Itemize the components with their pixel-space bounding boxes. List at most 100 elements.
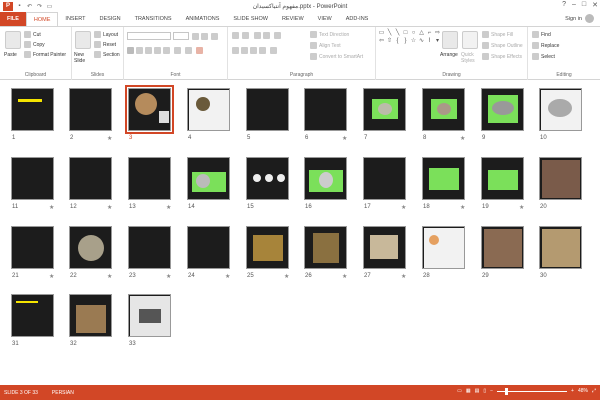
italic-icon[interactable]: [136, 47, 143, 54]
undo-icon[interactable]: ↶: [26, 3, 33, 10]
align-right-icon[interactable]: [250, 47, 257, 54]
transition-star-icon[interactable]: ★: [460, 135, 465, 142]
curve-shape-icon[interactable]: ∿: [418, 38, 425, 45]
transition-star-icon[interactable]: ★: [342, 273, 347, 280]
bullets-icon[interactable]: [232, 32, 239, 39]
arrow-shape-icon[interactable]: ⇨: [434, 30, 441, 37]
zoom-in-icon[interactable]: +: [571, 388, 574, 394]
strikethrough-icon[interactable]: [163, 47, 170, 54]
transition-star-icon[interactable]: ★: [284, 273, 289, 280]
save-icon[interactable]: ▪: [16, 3, 23, 10]
help-button[interactable]: ?: [562, 1, 566, 9]
slide-thumbnail[interactable]: [363, 157, 406, 200]
transition-star-icon[interactable]: ★: [166, 273, 171, 280]
cut-button[interactable]: Cut: [24, 31, 41, 38]
reset-button[interactable]: Reset: [94, 41, 116, 48]
slide-thumbnail[interactable]: [128, 294, 171, 337]
tab-file[interactable]: FILE: [0, 12, 26, 26]
slide-thumbnail[interactable]: [11, 226, 54, 269]
redo-icon[interactable]: ↷: [36, 3, 43, 10]
font-name-box[interactable]: [127, 32, 171, 40]
underline-icon[interactable]: [145, 47, 152, 54]
tab-add-ins[interactable]: ADD-INS: [339, 12, 376, 26]
slide-thumbnail[interactable]: [11, 88, 54, 131]
slide-thumbnail[interactable]: [128, 157, 171, 200]
slide-thumbnail[interactable]: [539, 88, 582, 131]
arrow-shape-icon[interactable]: ⇦: [378, 38, 385, 45]
format-painter-button[interactable]: Format Painter: [24, 51, 66, 58]
line-shape-icon[interactable]: ╲: [386, 30, 393, 37]
slide-thumbnail[interactable]: [187, 88, 230, 131]
transition-star-icon[interactable]: ★: [107, 273, 112, 280]
slide-thumbnail[interactable]: [539, 226, 582, 269]
fit-to-window-icon[interactable]: ⤢: [592, 388, 596, 394]
slide-thumbnail[interactable]: [128, 226, 171, 269]
transition-star-icon[interactable]: ★: [401, 273, 406, 280]
character-spacing-icon[interactable]: [174, 47, 181, 54]
slide-thumbnail[interactable]: [11, 157, 54, 200]
slide-thumbnail[interactable]: [69, 294, 112, 337]
convert-smartart-button[interactable]: Convert to SmartArt: [310, 53, 363, 60]
transition-star-icon[interactable]: ★: [519, 204, 524, 211]
new-slide-button[interactable]: New Slide: [74, 52, 94, 64]
maximize-button[interactable]: □: [582, 1, 586, 9]
shape-fill-button[interactable]: Shape Fill: [482, 31, 513, 38]
font-size-box[interactable]: [173, 32, 189, 40]
slide-thumbnail[interactable]: [125, 85, 174, 134]
minimize-button[interactable]: –: [572, 1, 576, 9]
slide-thumbnail[interactable]: [481, 157, 524, 200]
oval-shape-icon[interactable]: ○: [410, 30, 417, 37]
replace-button[interactable]: Replace: [532, 42, 559, 49]
transition-star-icon[interactable]: ★: [342, 135, 347, 142]
arrange-button[interactable]: Arrange: [440, 52, 458, 58]
transition-star-icon[interactable]: ★: [225, 273, 230, 280]
find-button[interactable]: Find: [532, 31, 551, 38]
align-center-icon[interactable]: [241, 47, 248, 54]
slide-thumbnail[interactable]: [422, 226, 465, 269]
slide-thumbnail[interactable]: [304, 157, 347, 200]
transition-star-icon[interactable]: ★: [401, 204, 406, 211]
tab-review[interactable]: REVIEW: [275, 12, 311, 26]
align-text-button[interactable]: Align Text: [310, 42, 341, 49]
increase-indent-icon[interactable]: [263, 32, 270, 39]
slide-thumbnail[interactable]: [11, 294, 54, 337]
transition-star-icon[interactable]: ★: [49, 204, 54, 211]
decrease-indent-icon[interactable]: [254, 32, 261, 39]
textbox-shape-icon[interactable]: ▭: [378, 30, 385, 37]
brace-shape-icon[interactable]: }: [402, 38, 409, 45]
paste-icon[interactable]: [5, 31, 21, 49]
zoom-out-icon[interactable]: −: [490, 388, 493, 394]
tab-insert[interactable]: INSERT: [58, 12, 92, 26]
rectangle-shape-icon[interactable]: □: [402, 30, 409, 37]
shape-effects-button[interactable]: Shape Effects: [482, 53, 522, 60]
shadow-icon[interactable]: [154, 47, 161, 54]
slide-thumbnail[interactable]: [481, 226, 524, 269]
transition-star-icon[interactable]: ★: [166, 204, 171, 211]
slide-thumbnail[interactable]: [481, 88, 524, 131]
tab-home[interactable]: HOME: [25, 12, 59, 26]
columns-icon[interactable]: [270, 47, 277, 54]
shape-outline-button[interactable]: Shape Outline: [482, 42, 523, 49]
slide-thumbnail[interactable]: [422, 88, 465, 131]
zoom-level[interactable]: 48%: [578, 388, 588, 394]
slide-thumbnail[interactable]: [187, 226, 230, 269]
quick-styles-icon[interactable]: [462, 31, 478, 49]
slide-thumbnail[interactable]: [187, 157, 230, 200]
slide-thumbnail[interactable]: [304, 88, 347, 131]
grow-font-icon[interactable]: [192, 33, 199, 40]
slide-sorter[interactable]: 1 2 ★ 3 4 5 6 ★ 7 8 ★ 9 10 11 ★ 12 ★ 13 ★ 14 15 16 17 ★ 18 ★ 19 ★ 20…: [0, 80, 600, 385]
tab-design[interactable]: DESIGN: [93, 12, 128, 26]
slide-thumbnail[interactable]: [422, 157, 465, 200]
justify-icon[interactable]: [259, 47, 266, 54]
numbering-icon[interactable]: [242, 32, 249, 39]
more-shapes-icon[interactable]: ▾: [434, 38, 441, 45]
slide-thumbnail[interactable]: [246, 226, 289, 269]
slide-thumbnail[interactable]: [69, 226, 112, 269]
quick-styles-button[interactable]: Quick Styles: [461, 52, 479, 64]
slide-thumbnail[interactable]: [363, 226, 406, 269]
slide-thumbnail[interactable]: [69, 157, 112, 200]
line-shape-icon[interactable]: ╲: [394, 30, 401, 37]
zoom-slider-thumb[interactable]: [505, 387, 509, 395]
shapes-gallery[interactable]: ▭ ╲ ╲ □ ○ △ ⌐ ⇨ ⇦ ⇧{} ☆ ∿ ⌇ ▾: [378, 30, 441, 60]
transition-star-icon[interactable]: ★: [107, 135, 112, 142]
